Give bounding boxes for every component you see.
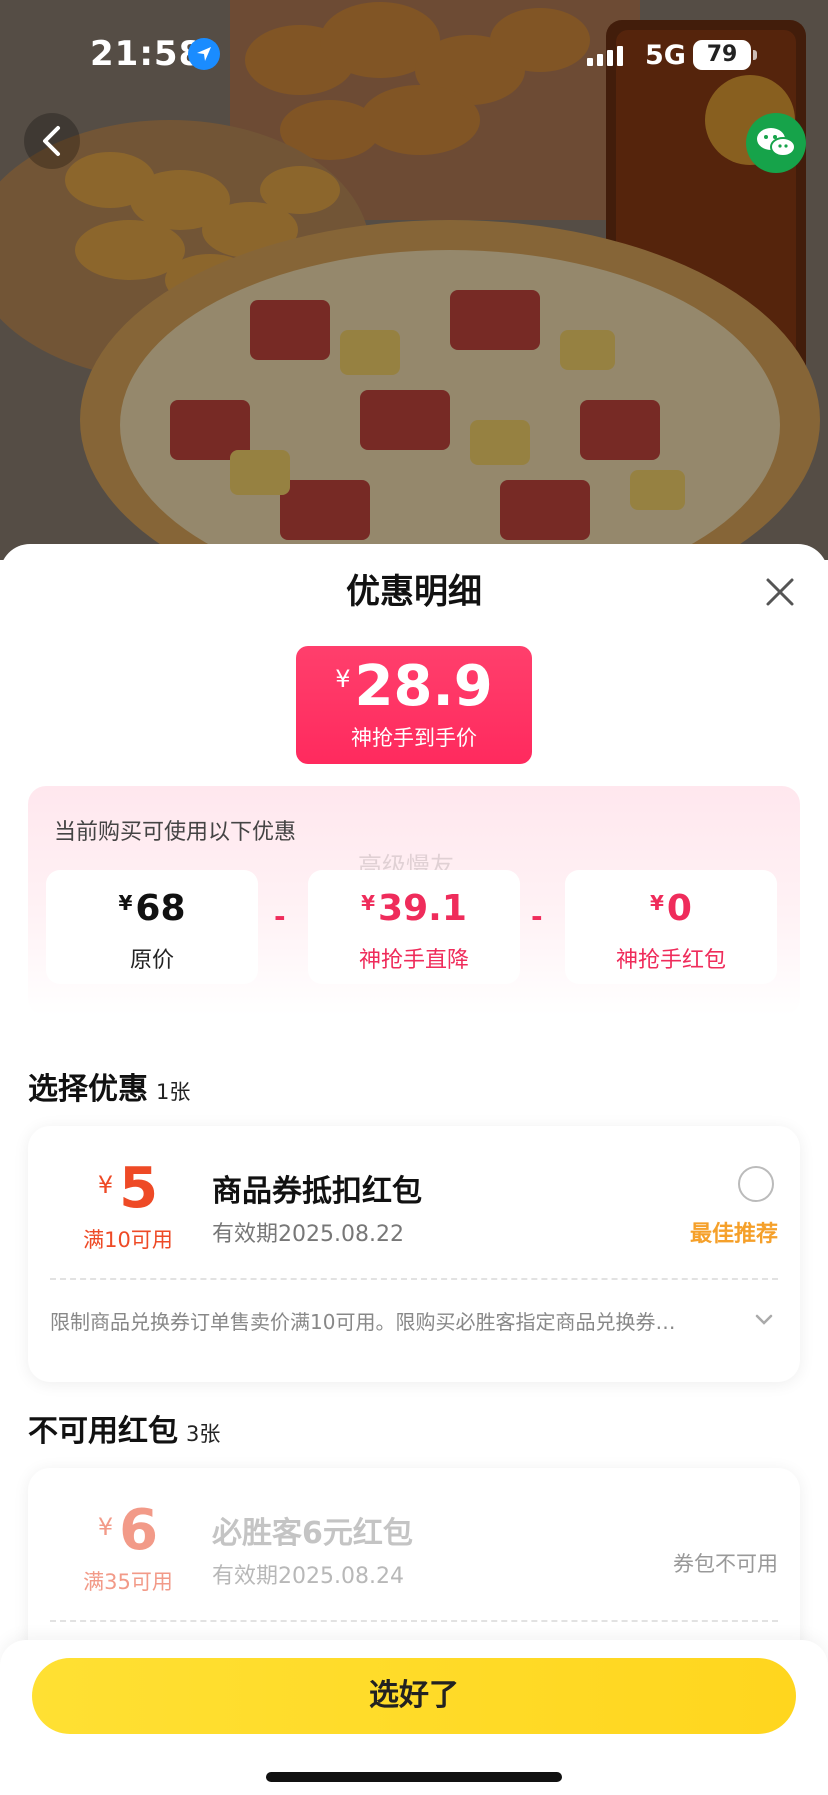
location-arrow-icon — [188, 38, 220, 70]
direct-discount-pill: ¥39.1 神抢手直降 — [308, 870, 520, 984]
coupon-amount-value: 6 — [119, 1498, 159, 1563]
coupon-card[interactable]: ¥5 满10可用 商品券抵扣红包 有效期2025.08.22 最佳推荐 限制商品… — [28, 1126, 800, 1382]
coupon-divider — [50, 1620, 778, 1622]
direct-discount-currency: ¥ — [361, 891, 376, 915]
final-price-label: 神抢手到手价 — [351, 726, 477, 750]
coupon-amount: ¥5 — [68, 1156, 188, 1221]
discount-details-sheet: 优惠明细 ¥28.9 神抢手到手价 当前购买可使用以下优惠 高级慢友 ¥68 原… — [0, 544, 828, 1795]
close-button[interactable] — [762, 574, 798, 610]
original-price-value: 68 — [135, 888, 186, 929]
status-time: 21:58 — [90, 34, 204, 74]
sheet-title: 优惠明细 — [346, 572, 482, 612]
discount-summary-card: 当前购买可使用以下优惠 高级慢友 ¥68 原价 - ¥39.1 神抢手直降 - … — [28, 786, 800, 1016]
coupon-currency: ¥ — [97, 1171, 114, 1199]
wechat-share-button[interactable] — [746, 113, 806, 173]
unavailable-title: 不可用红包 — [28, 1414, 178, 1449]
select-discount-heading: 选择优惠 1张 — [28, 1064, 190, 1108]
confirm-button[interactable]: 选好了 — [32, 1658, 796, 1734]
coupon-expiry: 有效期2025.08.22 — [212, 1222, 404, 1247]
direct-discount-label: 神抢手直降 — [358, 948, 469, 973]
coupon-amount: ¥6 — [68, 1498, 188, 1563]
coupon-name: 必胜客6元红包 — [212, 1516, 413, 1551]
home-indicator — [266, 1772, 562, 1782]
expand-description-button[interactable] — [754, 1312, 774, 1331]
select-discount-title: 选择优惠 — [28, 1072, 148, 1107]
coupon-divider — [50, 1278, 778, 1280]
battery-indicator: 79 — [693, 40, 751, 70]
minus-sign: - — [531, 900, 543, 933]
summary-title: 当前购买可使用以下优惠 — [54, 820, 297, 845]
unavailable-heading: 不可用红包 3张 — [28, 1406, 220, 1450]
wechat-icon — [757, 128, 796, 157]
direct-discount-value: 39.1 — [378, 888, 467, 929]
final-price-badge: ¥28.9 神抢手到手价 — [296, 646, 532, 764]
red-packet-currency: ¥ — [650, 891, 664, 915]
final-price-amount: 28.9 — [354, 654, 493, 719]
price-currency: ¥ — [335, 665, 351, 693]
red-packet-pill: ¥0 神抢手红包 — [565, 870, 777, 984]
back-button[interactable] — [24, 113, 80, 169]
red-packet-value: 0 — [666, 888, 692, 929]
coupon-unavailable-status: 券包不可用 — [673, 1552, 778, 1576]
original-price-pill: ¥68 原价 — [46, 870, 258, 984]
original-price-label: 原价 — [129, 948, 174, 973]
battery-tip — [753, 50, 757, 60]
coupon-name: 商品券抵扣红包 — [212, 1174, 422, 1209]
coupon-expiry: 有效期2025.08.24 — [212, 1564, 404, 1589]
close-icon — [766, 578, 794, 606]
footer-bar: 选好了 — [0, 1640, 828, 1795]
coupon-amount-value: 5 — [119, 1156, 159, 1221]
best-recommend-tag: 最佳推荐 — [689, 1222, 778, 1247]
select-discount-count: 1张 — [156, 1080, 191, 1104]
chevron-left-icon — [43, 126, 60, 156]
signal-icon — [587, 46, 627, 66]
chevron-down-icon — [755, 1314, 773, 1325]
coupon-select-radio[interactable] — [738, 1166, 774, 1202]
coupon-description: 限制商品兑换券订单售卖价满10可用。限购买必胜客指定商品兑换券… — [50, 1310, 676, 1334]
red-packet-label: 神抢手红包 — [615, 948, 726, 973]
coupon-currency: ¥ — [97, 1513, 114, 1541]
status-bar: 21:58 5G 79 — [0, 0, 828, 110]
unavailable-count: 3张 — [186, 1422, 221, 1446]
coupon-condition: 满10可用 — [83, 1228, 173, 1252]
network-label: 5G — [645, 40, 686, 71]
coupon-condition: 满35可用 — [83, 1570, 173, 1594]
original-price-currency: ¥ — [118, 891, 133, 915]
minus-sign: - — [274, 900, 286, 933]
